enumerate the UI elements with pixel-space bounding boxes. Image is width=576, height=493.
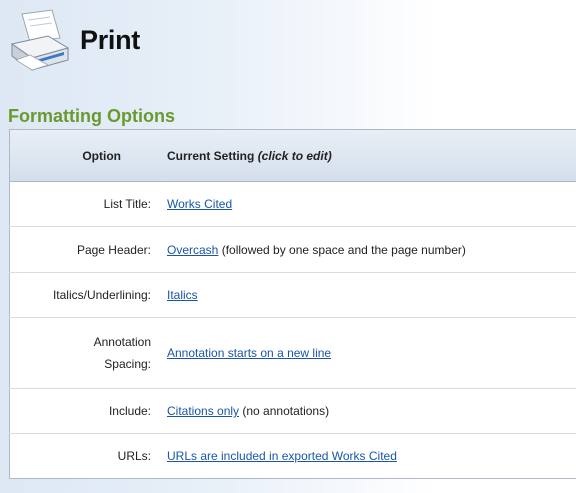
table-row: URLs: URLs are included in exported Work… <box>10 434 576 479</box>
column-header-option: Option <box>82 148 121 163</box>
urls-link[interactable]: URLs are included in exported Works Cite… <box>167 449 397 463</box>
formatting-options-table: Option Current Setting (click to edit) L… <box>9 129 576 479</box>
page-title: Print <box>80 25 141 55</box>
table-row: Include: Citations only (no annotations) <box>9 389 576 434</box>
option-suffix: (no annotations) <box>239 404 330 418</box>
table-row: List Title: Works Cited <box>9 182 576 227</box>
option-label-urls: URLs: <box>117 449 151 463</box>
option-value: Works Cited <box>161 182 576 227</box>
table-header-row: Option Current Setting (click to edit) <box>9 129 576 182</box>
section-title: Formatting Options <box>8 106 175 126</box>
option-value: Overcash (followed by one space and the … <box>161 227 576 273</box>
list-title-link[interactable]: Works Cited <box>167 197 232 211</box>
option-value: Italics <box>161 273 576 318</box>
option-label-page-header: Page Header: <box>76 242 151 257</box>
option-value: Annotation starts on a new line <box>161 318 576 389</box>
italics-underlining-link[interactable]: Italics <box>167 288 198 302</box>
column-header-setting: Current Setting (click to edit) <box>161 130 576 182</box>
page-header: Print <box>0 0 576 100</box>
page-header-link[interactable]: Overcash <box>167 243 218 257</box>
option-label-italics-underlining: Italics/Underlining: <box>52 288 151 302</box>
annotation-spacing-link[interactable]: Annotation starts on a new line <box>167 346 331 360</box>
option-value: URLs are included in exported Works Cite… <box>161 434 576 479</box>
column-header-setting-hint: (click to edit) <box>257 148 332 163</box>
option-label-include: Include: <box>108 404 151 418</box>
option-label-annotation-spacing: Annotation Spacing: <box>93 335 151 371</box>
include-link[interactable]: Citations only <box>167 404 239 418</box>
option-label-list-title: List Title: <box>103 197 151 211</box>
option-suffix: (followed by one space and the page numb… <box>218 242 466 257</box>
table-row: Annotation Spacing: Annotation starts on… <box>9 318 576 389</box>
column-header-setting-label: Current Setting <box>167 148 255 163</box>
table-row: Italics/Underlining: Italics <box>9 273 576 318</box>
option-value: Citations only (no annotations) <box>161 389 576 434</box>
table-row: Page Header: Overcash (followed by one s… <box>9 227 576 273</box>
printer-icon <box>10 9 70 71</box>
